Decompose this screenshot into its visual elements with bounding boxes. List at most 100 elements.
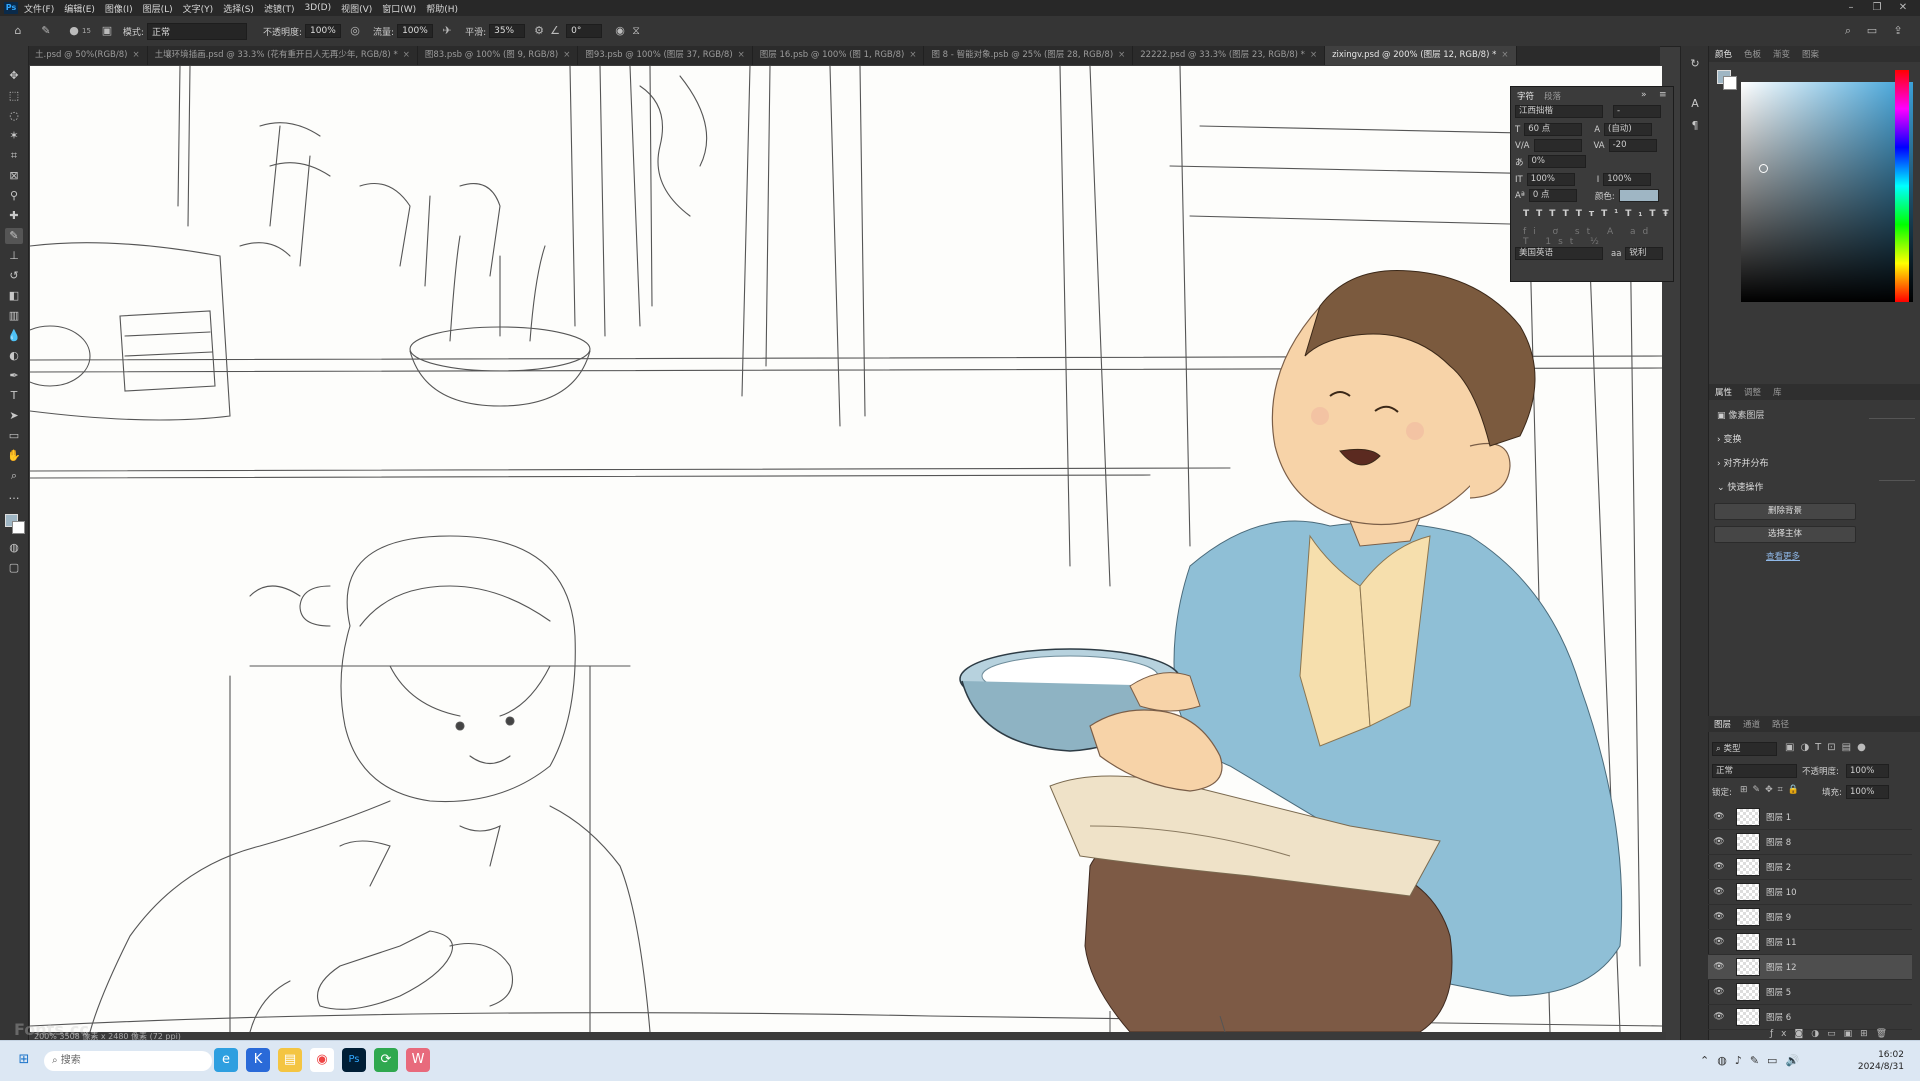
app-pink-icon[interactable]: W	[406, 1048, 430, 1072]
zoom-tool-icon[interactable]: ⌕	[5, 468, 23, 484]
layer-row[interactable]: 👁 图层 11	[1708, 930, 1912, 955]
layer-opacity-input[interactable]: 100%	[1846, 764, 1889, 778]
style-strikethrough[interactable]: Ŧ	[1662, 209, 1675, 219]
leading-input[interactable]: (自动)	[1604, 123, 1653, 136]
tab-patterns[interactable]: 图案	[1802, 48, 1819, 60]
see-more-link[interactable]: 查看更多	[1766, 550, 1800, 562]
tab-paths[interactable]: 路径	[1772, 718, 1789, 730]
opacity-input[interactable]: 100%	[305, 24, 342, 38]
tab-doc-4[interactable]: 图93.psb @ 100% (图层 37, RGB/8) ×	[578, 46, 753, 65]
move-tool-icon[interactable]: ✥	[5, 68, 23, 84]
paragraph-panel-icon[interactable]: ¶	[1686, 118, 1704, 134]
lasso-tool-icon[interactable]: ◌	[5, 108, 23, 124]
pen-tool-icon[interactable]: ✒	[5, 368, 23, 384]
workspace-icon[interactable]: ▭	[1864, 23, 1880, 39]
panel-menu-icon[interactable]: ≡	[1659, 90, 1667, 100]
tab-doc-6[interactable]: 图 8 - 智能对象.psb @ 25% (图层 28, RGB/8) ×	[924, 46, 1134, 65]
style-smallcaps[interactable]: Tт	[1576, 209, 1601, 219]
tab-properties[interactable]: 属性	[1715, 386, 1732, 398]
layer-row[interactable]: 👁 图层 5	[1708, 980, 1912, 1005]
eye-icon[interactable]: 👁	[1708, 987, 1730, 997]
style-allcaps[interactable]: TT	[1549, 209, 1576, 219]
document-canvas[interactable]	[30, 66, 1662, 1032]
pressure-opacity-icon[interactable]: ◎	[347, 23, 363, 39]
layer-row[interactable]: 👁 图层 2	[1708, 855, 1912, 880]
layer-row[interactable]: 👁 图层 1	[1708, 805, 1912, 830]
tab-libraries[interactable]: 库	[1773, 386, 1782, 398]
section-quick-actions[interactable]: ⌄ 快速操作	[1717, 480, 1763, 493]
tab-layers[interactable]: 图层	[1714, 718, 1731, 730]
menu-filter[interactable]: 滤镜(T)	[264, 2, 295, 15]
tab-close-icon[interactable]: ×	[1501, 50, 1508, 60]
hand-tool-icon[interactable]: ✋	[5, 448, 23, 464]
healing-brush-icon[interactable]: ✚	[5, 208, 23, 224]
close-icon[interactable]: ✕	[1890, 0, 1916, 16]
eyedropper-icon[interactable]: ⚲	[5, 188, 23, 204]
app-k-icon[interactable]: K	[246, 1048, 270, 1072]
menu-edit[interactable]: 编辑(E)	[64, 2, 95, 15]
menu-window[interactable]: 窗口(W)	[382, 2, 416, 15]
airbrush-icon[interactable]: ✈	[439, 23, 455, 39]
eraser-tool-icon[interactable]: ◧	[5, 288, 23, 304]
photoshop-taskbar-icon[interactable]: Ps	[342, 1048, 366, 1072]
brush-settings-icon[interactable]: ▣	[99, 23, 115, 39]
type-tool-icon[interactable]: T	[5, 388, 23, 404]
section-transform[interactable]: › 变换	[1717, 432, 1741, 445]
tab-channels[interactable]: 通道	[1743, 718, 1760, 730]
tab-doc-3[interactable]: 图83.psb @ 100% (图 9, RGB/8) ×	[418, 46, 579, 65]
text-color-swatch[interactable]	[1618, 189, 1659, 202]
gradient-tool-icon[interactable]: ▥	[5, 308, 23, 324]
layer-filter-icons[interactable]: ▣◑T⊡▤●	[1785, 742, 1872, 753]
dodge-tool-icon[interactable]: ◐	[5, 348, 23, 364]
more-tools-icon[interactable]: …	[5, 488, 23, 504]
remove-background-button[interactable]: 删除背景	[1714, 503, 1856, 520]
menu-image[interactable]: 图像(I)	[105, 2, 133, 15]
home-icon[interactable]: ⌂	[10, 23, 26, 39]
menu-help[interactable]: 帮助(H)	[426, 2, 458, 15]
eye-icon[interactable]: 👁	[1708, 962, 1730, 972]
select-subject-button[interactable]: 选择主体	[1714, 526, 1856, 543]
layer-row[interactable]: 👁 图层 6	[1708, 1005, 1912, 1030]
blend-mode-select[interactable]: 正常	[1712, 764, 1797, 778]
gear-icon[interactable]: ⚙	[531, 23, 547, 39]
baseline-input[interactable]: 0 点	[1528, 189, 1577, 202]
language-select[interactable]: 美国英语	[1515, 247, 1603, 260]
tsume-input[interactable]: 0%	[1527, 155, 1586, 168]
tab-paragraph[interactable]: 段落	[1544, 90, 1561, 102]
angle-input[interactable]: 0°	[566, 24, 603, 38]
eye-icon[interactable]: 👁	[1708, 887, 1730, 897]
path-select-icon[interactable]: ➤	[5, 408, 23, 424]
lock-icons[interactable]: ⊞✎✥⌗🔒	[1740, 785, 1804, 795]
style-superscript[interactable]: T¹	[1601, 209, 1625, 219]
eye-icon[interactable]: 👁	[1708, 862, 1730, 872]
tab-character[interactable]: 字符	[1517, 90, 1534, 102]
color-picker-field[interactable]	[1741, 82, 1913, 302]
brush-tool-icon[interactable]: ✎	[5, 228, 23, 244]
symmetry-icon[interactable]: ⧖	[628, 23, 644, 39]
chrome-icon[interactable]: ◉	[310, 1048, 334, 1072]
tab-doc-7[interactable]: 22222.psd @ 33.3% (图层 23, RGB/8) * ×	[1133, 46, 1326, 65]
tab-close-icon[interactable]: ×	[563, 50, 570, 60]
smooth-input[interactable]: 35%	[489, 24, 526, 38]
menu-view[interactable]: 视图(V)	[341, 2, 372, 15]
tab-close-icon[interactable]: ×	[132, 50, 139, 60]
screen-mode-icon[interactable]: ▢	[5, 560, 23, 576]
collapse-icon[interactable]: »	[1641, 90, 1647, 100]
windows-start-icon[interactable]: ⊞	[12, 1048, 36, 1072]
font-family-select[interactable]: 江西拙楷	[1515, 105, 1603, 118]
marquee-tool-icon[interactable]: ⬚	[5, 88, 23, 104]
fill-input[interactable]: 100%	[1846, 785, 1889, 799]
minimize-icon[interactable]: –	[1838, 0, 1864, 16]
tracking-input[interactable]: -20	[1608, 139, 1657, 152]
history-brush-icon[interactable]: ↺	[5, 268, 23, 284]
antialias-select[interactable]: 锐利	[1625, 247, 1664, 260]
layer-row[interactable]: 👁 图层 8	[1708, 830, 1912, 855]
brush-tool-icon[interactable]: ✎	[38, 23, 54, 39]
history-panel-icon[interactable]: ↻	[1686, 56, 1704, 72]
vertical-scale-input[interactable]: 100%	[1526, 173, 1575, 186]
mode-select[interactable]: 正常	[146, 22, 247, 40]
eye-icon[interactable]: 👁	[1708, 912, 1730, 922]
background-color-swatch[interactable]	[1723, 76, 1737, 90]
tab-color[interactable]: 颜色	[1715, 48, 1732, 60]
style-subscript[interactable]: T₁	[1625, 209, 1649, 219]
